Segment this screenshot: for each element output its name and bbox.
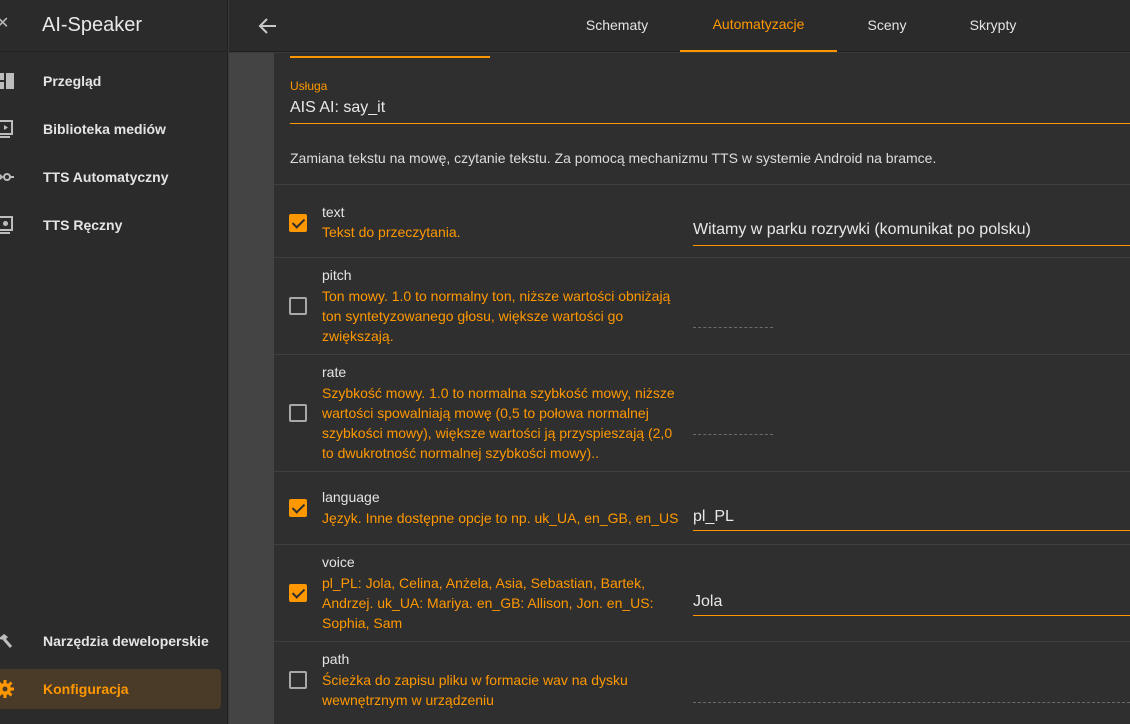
- sidebar-item-label: Biblioteka mediów: [43, 121, 166, 137]
- param-row-voice: voice pl_PL: Jola, Celina, Anżela, Asia,…: [274, 544, 1130, 641]
- sidebar-item-label: Konfiguracja: [43, 681, 129, 697]
- param-name: pitch: [322, 267, 352, 283]
- content-gutter: [229, 53, 274, 724]
- param-voice-input[interactable]: Jola: [693, 593, 722, 611]
- param-name: path: [322, 651, 350, 667]
- automation-icon: [0, 173, 14, 181]
- param-description: Szybkość mowy. 1.0 to normalna szybkość …: [322, 385, 675, 461]
- sidebar-item-biblioteka[interactable]: Biblioteka mediów: [0, 109, 228, 149]
- param-row-text: text Tekst do przeczytania. Witamy w par…: [274, 184, 1130, 257]
- sidebar-item-tts-automatyczny[interactable]: TTS Automatyczny: [0, 157, 228, 197]
- param-path-input[interactable]: [693, 702, 1130, 703]
- param-rate-input[interactable]: [693, 434, 773, 435]
- tab-schematy[interactable]: Schematy: [569, 0, 665, 52]
- sidebar-item-label: TTS Ręczny: [43, 217, 123, 233]
- param-checkbox[interactable]: [289, 404, 307, 422]
- param-name: text: [322, 204, 345, 220]
- collapse-sidebar-icon[interactable]: ✕: [0, 14, 12, 34]
- sidebar-item-label: TTS Automatyczny: [43, 169, 169, 185]
- input-underline: [693, 530, 1130, 531]
- sidebar-header: ✕ AI-Speaker: [0, 0, 228, 52]
- param-row-rate: rate Szybkość mowy. 1.0 to normalna szyb…: [274, 354, 1130, 471]
- param-checkbox[interactable]: [289, 214, 307, 232]
- param-language-input[interactable]: pl_PL: [693, 508, 734, 526]
- sidebar-item-konfiguracja[interactable]: Konfiguracja: [0, 669, 221, 709]
- service-picker[interactable]: AIS AI: say_it: [290, 99, 385, 117]
- param-description: Tekst do przeczytania.: [322, 224, 461, 240]
- service-action-panel: Usługa AIS AI: say_it Zamiana tekstu na …: [274, 53, 1130, 724]
- param-name: rate: [322, 364, 347, 380]
- tab-skrypty[interactable]: Skrypty: [955, 0, 1031, 52]
- param-description: Ton mowy. 1.0 to normalny ton, niższe wa…: [322, 288, 671, 344]
- param-description: pl_PL: Jola, Celina, Anżela, Asia, Sebas…: [322, 575, 654, 631]
- sidebar-item-label: Przegląd: [43, 73, 102, 89]
- service-underline: [290, 123, 1130, 124]
- back-arrow-icon[interactable]: [257, 15, 279, 37]
- param-text-input[interactable]: Witamy w parku rozrywki (komunikat po po…: [693, 221, 1031, 239]
- input-underline: [693, 615, 1130, 616]
- param-checkbox[interactable]: [289, 499, 307, 517]
- tts-manual-icon: [0, 216, 13, 234]
- dashboard-icon: [0, 73, 14, 89]
- param-description: Język. Inne dostępne opcje to np. uk_UA,…: [322, 510, 679, 526]
- sidebar-item-narzedzia[interactable]: Narzędzia deweloperskie: [0, 621, 228, 661]
- hammer-icon: [0, 634, 13, 648]
- param-row-path: path Ścieżka do zapisu pliku w formacie …: [274, 641, 1130, 724]
- param-checkbox[interactable]: [289, 584, 307, 602]
- service-label: Usługa: [290, 79, 328, 93]
- sidebar-item-label: Narzędzia deweloperskie: [43, 633, 209, 649]
- input-underline: [693, 245, 1130, 246]
- param-checkbox[interactable]: [289, 671, 307, 689]
- param-pitch-input[interactable]: [693, 327, 773, 328]
- param-checkbox[interactable]: [289, 297, 307, 315]
- param-row-pitch: pitch Ton mowy. 1.0 to normalny ton, niż…: [274, 257, 1130, 354]
- tab-sceny[interactable]: Sceny: [850, 0, 924, 52]
- service-description: Zamiana tekstu na mowę, czytanie tekstu.…: [290, 150, 937, 166]
- sidebar-item-tts-reczny[interactable]: TTS Ręczny: [0, 205, 228, 245]
- media-library-icon: [0, 120, 13, 138]
- gear-icon: [0, 680, 14, 698]
- previous-field-underline: [290, 56, 490, 58]
- param-name: voice: [322, 554, 355, 570]
- param-description: Ścieżka do zapisu pliku w formacie wav n…: [322, 672, 628, 708]
- tab-automatyzacje[interactable]: Automatyzacje: [680, 0, 837, 52]
- sidebar: ✕ AI-Speaker Przegląd Biblioteka mediów …: [0, 0, 228, 724]
- param-row-language: language Język. Inne dostępne opcje to n…: [274, 471, 1130, 544]
- top-bar: Schematy Automatyzacje Sceny Skrypty: [229, 0, 1130, 52]
- sidebar-item-przeglad[interactable]: Przegląd: [0, 61, 228, 101]
- app-title: AI-Speaker: [42, 14, 143, 36]
- param-name: language: [322, 489, 380, 505]
